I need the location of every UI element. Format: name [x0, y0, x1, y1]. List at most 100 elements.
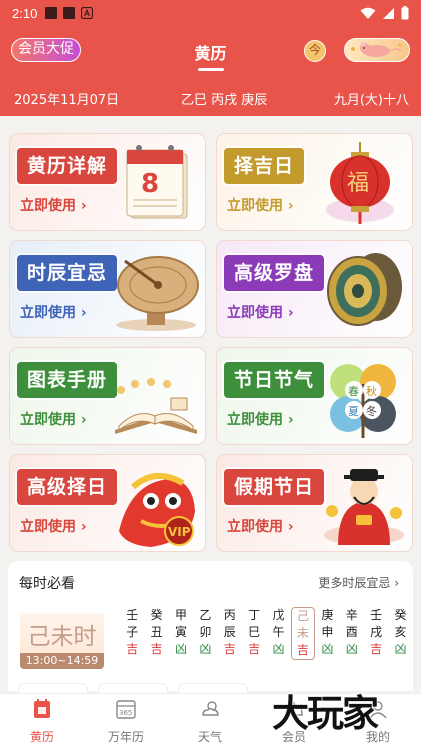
desk-calendar-icon: 8 — [126, 145, 188, 219]
hour-branch: 酉 — [345, 625, 358, 639]
hour-stem: 甲 — [174, 608, 187, 622]
hour-luck: 吉 — [370, 642, 383, 656]
notification-square-icon — [45, 7, 58, 19]
hour-branch: 申 — [321, 625, 334, 639]
card-advanced-date-selection[interactable]: 高级择日 立即使用 › VIP — [9, 454, 206, 552]
god-of-wealth-icon — [324, 469, 404, 545]
card-choose-lucky-day[interactable]: 择吉日 立即使用 › 福 — [216, 133, 413, 231]
card-use-link[interactable]: 立即使用 › — [227, 516, 294, 536]
card-hour-auspicious[interactable]: 时辰宜忌 立即使用 › — [9, 240, 206, 338]
card-use-link[interactable]: 立即使用 › — [20, 409, 87, 429]
vip-zodiac-button[interactable] — [344, 38, 410, 62]
card-almanac-detail[interactable]: 黄历详解 立即使用 › 8 — [9, 133, 206, 231]
battery-icon — [401, 6, 409, 20]
hour-luck: 凶 — [321, 642, 334, 656]
card-advanced-compass[interactable]: 高级罗盘 立即使用 › — [216, 240, 413, 338]
sundial-icon — [116, 256, 199, 331]
hour-branch: 未 — [296, 626, 309, 640]
current-hour-card[interactable]: 己未时 13:00~14:59 — [20, 613, 104, 669]
svg-text:8: 8 — [141, 169, 159, 199]
hour-column[interactable]: 丙辰吉 — [218, 607, 242, 660]
peek-card — [98, 683, 168, 693]
svg-text:夏: 夏 — [348, 405, 359, 418]
hour-column[interactable]: 庚申凶 — [315, 607, 339, 660]
hour-luck: 凶 — [174, 642, 187, 656]
hour-stem: 丙 — [223, 608, 236, 622]
card-use-link[interactable]: 立即使用 › — [227, 302, 294, 322]
hour-branch: 寅 — [174, 625, 187, 639]
current-hour-name: 己未时 — [27, 624, 97, 650]
hour-luck: 吉 — [223, 642, 236, 656]
card-chart-handbook[interactable]: 图表手册 立即使用 › — [9, 347, 206, 445]
card-holidays[interactable]: 假期节日 立即使用 › — [216, 454, 413, 552]
hour-stem: 戊 — [272, 608, 285, 622]
hour-stem: 己 — [296, 609, 309, 623]
hour-luck: 吉 — [126, 642, 139, 656]
title-underline — [198, 68, 224, 71]
hour-column[interactable]: 壬子吉 — [120, 607, 144, 660]
hour-stem: 庚 — [321, 608, 334, 622]
card-festivals-solar-terms[interactable]: 节日节气 立即使用 › 春 秋 夏 冬 — [216, 347, 413, 445]
hour-column[interactable]: 癸亥凶 — [388, 607, 412, 660]
wifi-icon — [360, 7, 376, 19]
hour-column[interactable]: 丁巳吉 — [242, 607, 266, 660]
hour-stem: 乙 — [199, 608, 212, 622]
svg-text:秋: 秋 — [366, 384, 377, 398]
hour-column[interactable]: 乙卯凶 — [193, 607, 217, 660]
card-use-link[interactable]: 立即使用 › — [227, 409, 294, 429]
hour-column[interactable]: 己未吉 — [290, 607, 316, 660]
card-title: 假期节日 — [224, 469, 325, 505]
zodiac-rat-icon — [351, 41, 402, 57]
card-title: 时辰宜忌 — [17, 255, 118, 291]
app-header: 会员大促 黄历 今 — [0, 26, 421, 80]
hour-stem: 辛 — [345, 608, 358, 622]
solar-date: 2025年11月07日 — [14, 93, 120, 108]
hour-column[interactable]: 壬戌吉 — [364, 607, 388, 660]
hour-luck: 凶 — [272, 642, 285, 656]
hour-luck: 凶 — [345, 642, 358, 656]
card-use-link[interactable]: 立即使用 › — [20, 516, 87, 536]
hour-stem: 癸 — [150, 608, 163, 622]
more-hours-link[interactable]: 更多时辰宜忌 › — [318, 574, 399, 591]
open-book-icon — [115, 378, 197, 434]
svg-text:VIP: VIP — [168, 525, 191, 539]
hourly-title: 每时必看 — [19, 576, 75, 592]
hour-stem: 癸 — [394, 608, 407, 622]
hour-branch: 子 — [126, 625, 139, 639]
hour-branch: 丑 — [150, 625, 163, 639]
status-time: 2:10 — [12, 5, 38, 21]
calendar-365-icon: 365 — [116, 700, 136, 719]
nav-label: 黄历 — [29, 730, 54, 744]
hour-branch: 辰 — [223, 625, 236, 639]
hour-column[interactable]: 甲寅凶 — [169, 607, 193, 660]
hour-luck: 凶 — [199, 642, 212, 656]
hour-luck: 吉 — [150, 642, 163, 656]
nav-weather[interactable]: 天气 — [168, 698, 252, 745]
card-use-link[interactable]: 立即使用 › — [20, 302, 87, 322]
hour-stem: 壬 — [370, 608, 383, 622]
nav-label: 万年历 — [107, 730, 144, 744]
card-use-link[interactable]: 立即使用 › — [227, 195, 294, 215]
hour-column[interactable]: 癸丑吉 — [144, 607, 168, 660]
card-use-link[interactable]: 立即使用 › — [20, 195, 87, 215]
today-button[interactable]: 今 — [304, 40, 326, 62]
card-title: 高级择日 — [17, 469, 118, 505]
four-seasons-tree-icon: 春 秋 夏 冬 — [330, 364, 396, 438]
svg-text:冬: 冬 — [366, 404, 377, 418]
nav-perpetual-calendar[interactable]: 365 万年历 — [84, 698, 168, 745]
hour-luck: 吉 — [248, 642, 261, 656]
hour-column[interactable]: 戊午凶 — [266, 607, 290, 660]
nav-almanac[interactable]: 黄历 — [0, 698, 84, 745]
svg-text:春: 春 — [348, 385, 359, 398]
app-a-icon — [81, 7, 94, 19]
card-title: 节日节气 — [224, 362, 325, 398]
lion-dance-vip-icon: VIP — [119, 473, 195, 547]
ganzhi-date: 乙巳 丙戌 庚辰 — [181, 93, 268, 108]
hour-column[interactable]: 辛酉凶 — [340, 607, 364, 660]
hour-branch: 巳 — [248, 625, 261, 639]
date-bar[interactable]: 2025年11月07日 乙巳 丙戌 庚辰 九月(大)十八 — [0, 80, 421, 116]
watermark: 大玩家 — [272, 692, 379, 735]
hour-branch: 亥 — [394, 625, 407, 639]
peek-card — [178, 683, 248, 693]
card-title: 高级罗盘 — [224, 255, 325, 291]
